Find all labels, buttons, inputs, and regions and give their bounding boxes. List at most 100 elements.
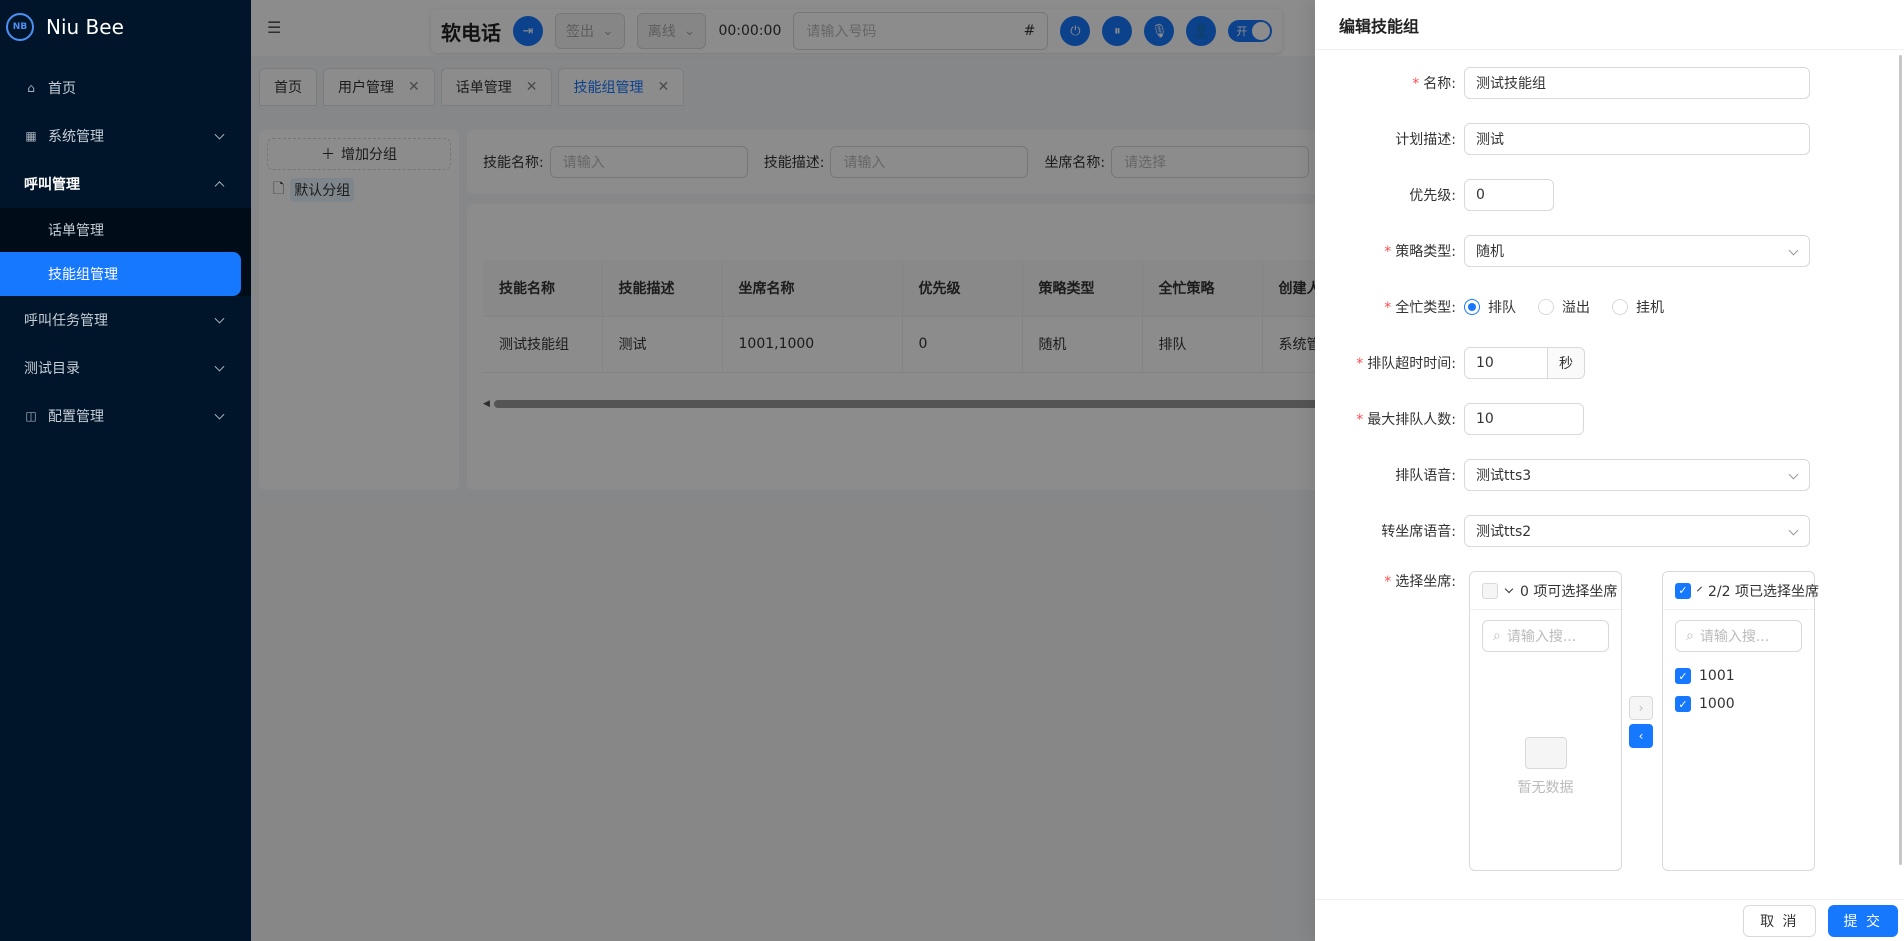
file-icon: 🗋	[273, 181, 285, 197]
search-placeholder: 请输入搜...	[1506, 629, 1577, 645]
phone-number-input[interactable]: 请输入号码 #	[793, 12, 1049, 50]
transfer-target-count: 2/2 项已选择坐席	[1708, 583, 1819, 600]
tab-user-management[interactable]: 用户管理 ✕	[323, 68, 435, 106]
item-checkbox[interactable]: ✓	[1675, 668, 1691, 684]
form-label: * 策略类型:	[1315, 241, 1464, 261]
group-item[interactable]: 🗋 默认分组	[267, 178, 451, 202]
add-group-button[interactable]: ＋ 增加分组	[267, 138, 451, 170]
select-all-checkbox[interactable]	[1482, 582, 1498, 599]
sidebar-item-home[interactable]: ⌂ 首页	[0, 64, 251, 112]
checkout-select[interactable]: 签出 ⌄	[555, 13, 625, 49]
table-header-row: 技能名称 技能描述 坐席名称 优先级 策略类型 全忙策略 创建人	[483, 260, 1383, 317]
move-right-button[interactable]: ›	[1629, 696, 1653, 720]
user-transfer-icon[interactable]: 👤	[1186, 16, 1217, 46]
microphone-icon[interactable]: 🎙	[1144, 16, 1175, 46]
auto-answer-toggle[interactable]: 开	[1228, 20, 1273, 42]
sidebar-item-system[interactable]: ▦ 系统管理	[0, 112, 251, 160]
power-icon[interactable]: ⏻	[1060, 16, 1091, 46]
skill-desc-input[interactable]: 请输入	[830, 146, 1029, 178]
seat-select[interactable]: 请选择	[1111, 146, 1310, 178]
home-icon: ⌂	[27, 81, 35, 95]
sidebar-item-config[interactable]: ◫ 配置管理	[0, 392, 251, 440]
sidebar-item-call-task[interactable]: 呼叫任务管理	[0, 296, 251, 344]
priority-input[interactable]: 0	[1464, 179, 1554, 211]
form-label: * 选择坐席:	[1315, 571, 1464, 591]
submit-button[interactable]: 提 交	[1827, 904, 1898, 937]
menu-fold-icon[interactable]: ☰	[267, 18, 281, 37]
close-icon[interactable]: ✕	[657, 79, 669, 95]
form-label: 优先级:	[1315, 185, 1464, 205]
keypad-icon[interactable]: #	[1024, 23, 1036, 39]
tab-cdr-management[interactable]: 话单管理 ✕	[440, 68, 553, 106]
radio-queue[interactable]: 排队	[1464, 297, 1516, 317]
form-label: 转坐席语音:	[1315, 521, 1464, 541]
login-icon[interactable]: ⇥	[513, 16, 543, 46]
select-all-checkbox[interactable]: ✓	[1675, 582, 1691, 599]
status-select[interactable]: 离线 ⌄	[636, 13, 707, 49]
close-icon[interactable]: ✕	[526, 79, 538, 95]
group-panel: ＋ 增加分组 🗋 默认分组	[259, 130, 459, 490]
move-left-button[interactable]: ‹	[1629, 724, 1653, 748]
radio-hangup[interactable]: 挂机	[1612, 297, 1664, 317]
scroll-left-icon[interactable]: ◀	[483, 399, 490, 409]
label-text: 选择坐席:	[1395, 574, 1456, 590]
form-row-busy-type: * 全忙类型: 排队 溢出 挂机	[1315, 291, 1686, 323]
scrollbar-thumb[interactable]	[493, 400, 1383, 408]
app-name: Niu Bee	[46, 15, 124, 39]
item-checkbox[interactable]: ✓	[1675, 696, 1691, 712]
close-icon[interactable]: ✕	[408, 79, 420, 95]
required-mark: *	[1384, 244, 1392, 260]
description-input[interactable]: 测试	[1464, 123, 1810, 155]
add-group-label: 增加分组	[341, 147, 397, 163]
sidebar-item-skill-group[interactable]: 技能组管理	[0, 252, 241, 296]
required-mark: *	[1384, 300, 1392, 316]
drawer-title: 编辑技能组	[1315, 0, 1904, 50]
page-tabs: 首页 用户管理 ✕ 话单管理 ✕ 技能组管理 ✕	[259, 68, 685, 106]
max-queue-input[interactable]: 10	[1464, 403, 1584, 435]
table-cell: 排队	[1142, 316, 1263, 373]
strategy-select[interactable]: 随机	[1464, 235, 1810, 267]
transfer-item[interactable]: ✓ 1001	[1663, 662, 1814, 690]
transfer-target-search[interactable]: ⌕ 请输入搜...	[1675, 620, 1802, 652]
sidebar-item-cdr[interactable]: 话单管理	[0, 208, 251, 252]
table-cell: 测试技能组	[483, 316, 603, 373]
transfer-item[interactable]: ✓ 1000	[1663, 690, 1814, 718]
name-input[interactable]: 测试技能组	[1464, 67, 1810, 99]
form-label: * 排队超时时间:	[1315, 353, 1464, 373]
column-header: 技能名称	[483, 260, 603, 317]
transfer-voice-select[interactable]: 测试tts2	[1464, 515, 1810, 547]
transfer-source-count: 0 项可选择坐席	[1520, 583, 1618, 600]
submenu-call: 话单管理 技能组管理	[0, 208, 251, 296]
label-text: 转坐席语音:	[1381, 524, 1456, 540]
form-label: 计划描述:	[1315, 129, 1464, 149]
sidebar-item-call[interactable]: 呼叫管理	[0, 160, 251, 208]
cancel-button[interactable]: 取 消	[1743, 904, 1816, 937]
tab-home[interactable]: 首页	[259, 68, 317, 106]
transfer-source-search[interactable]: ⌕ 请输入搜...	[1482, 620, 1609, 652]
form-row-transfer-voice: 转坐席语音: 测试tts2	[1315, 515, 1810, 547]
softphone-title: 软电话	[441, 20, 501, 45]
timeout-input[interactable]: 10	[1464, 347, 1548, 379]
logo: NB Niu Bee	[0, 0, 251, 54]
horizontal-scrollbar[interactable]: ◀	[483, 399, 1383, 409]
filter-label: 技能名称:	[483, 155, 544, 171]
skill-name-input[interactable]: 请输入	[549, 146, 748, 178]
radio-overflow[interactable]: 溢出	[1538, 297, 1590, 317]
pause-icon[interactable]: ⏸	[1102, 16, 1133, 46]
sidebar-item-test[interactable]: 测试目录	[0, 344, 251, 392]
transfer-target-list: ✓ 2/2 项已选择坐席 ⌕ 请输入搜... ✓ 1001 ✓ 1000	[1662, 571, 1819, 871]
chevron-down-icon: ⌄	[683, 23, 696, 39]
queue-voice-select[interactable]: 测试tts3	[1464, 459, 1810, 491]
table-cell: 随机	[1022, 316, 1143, 373]
table-cell: 0	[902, 316, 1023, 373]
chevron-down-icon[interactable]	[1697, 586, 1702, 592]
chevron-down-icon[interactable]	[1504, 584, 1514, 594]
chevron-down-icon	[214, 313, 225, 324]
drawer-body: * 名称: 测试技能组 计划描述: 测试 优先级: 0 * 策略类型: 随机 * 全忙…	[1315, 50, 1904, 899]
transfer-item-label: 1001	[1699, 668, 1735, 684]
table-row[interactable]: 测试技能组 测试 1001,1000 0 随机 排队 系统管	[483, 316, 1383, 373]
tab-skill-group-management[interactable]: 技能组管理 ✕	[558, 68, 685, 106]
form-row-desc: 计划描述: 测试	[1315, 123, 1810, 155]
filter-seat-name: 坐席名称: 请选择	[1044, 146, 1310, 178]
chevron-down-icon	[1788, 245, 1799, 256]
